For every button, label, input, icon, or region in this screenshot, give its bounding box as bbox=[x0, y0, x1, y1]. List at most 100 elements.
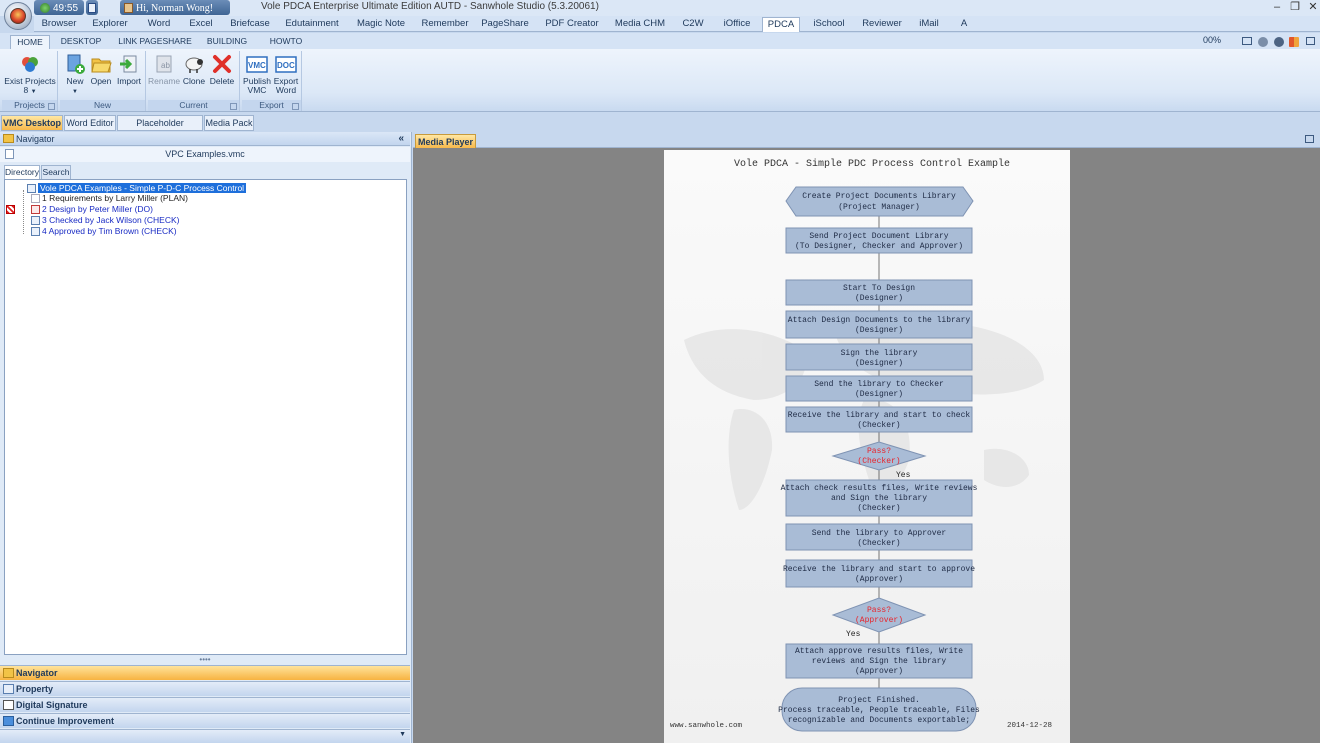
module-tab-browser[interactable]: Browser bbox=[34, 17, 84, 32]
decision-text: Pass? bbox=[867, 606, 891, 615]
document-tab-row: VMC Desktop Word Editor Placeholder Desi… bbox=[0, 114, 1320, 143]
rename-button[interactable]: ab Rename bbox=[148, 53, 180, 86]
export-word-button[interactable]: DOC Export Word bbox=[272, 53, 300, 95]
accordion-digital-signature[interactable]: Digital Signature bbox=[0, 697, 410, 712]
export-launcher-icon[interactable] bbox=[292, 103, 299, 110]
tree-item-label: Vole PDCA Examples - Simple P-D-C Proces… bbox=[38, 183, 247, 193]
delete-button[interactable]: Delete bbox=[208, 53, 236, 86]
module-tab-c2w[interactable]: C2W bbox=[674, 17, 712, 32]
restore-window-icon[interactable] bbox=[1305, 135, 1314, 143]
step-10: Receive the library and start to approve… bbox=[783, 559, 975, 588]
tree-item-requirements[interactable]: 1 Requirements by Larry Miller (PLAN) bbox=[31, 193, 188, 203]
panel-splitter[interactable]: •••• bbox=[0, 656, 410, 664]
tree-item-approved[interactable]: 4 Approved by Tim Brown (CHECK) bbox=[31, 226, 177, 236]
tree-item-root[interactable]: Vole PDCA Examples - Simple P-D-C Proces… bbox=[27, 183, 247, 193]
module-tab-reviewer[interactable]: Reviewer bbox=[856, 17, 908, 32]
doc-tab-media-pack[interactable]: Media Pack bbox=[204, 115, 254, 131]
module-tab-pdf-creator[interactable]: PDF Creator bbox=[538, 17, 606, 32]
tree-item-design[interactable]: 2 Design by Peter Miller (DO) bbox=[31, 204, 153, 214]
accordion-label: Continue Improvement bbox=[16, 716, 115, 726]
module-tab-edutainment[interactable]: Edutainment bbox=[280, 17, 344, 32]
tree-item-checked[interactable]: 3 Checked by Jack Wilson (CHECK) bbox=[31, 215, 179, 225]
publish-label-line2: VMC bbox=[247, 85, 267, 95]
forward-icon[interactable] bbox=[1274, 37, 1284, 47]
rename-icon: ab bbox=[156, 55, 172, 73]
module-tab-ioffice[interactable]: iOffice bbox=[712, 17, 762, 32]
exist-projects-button[interactable]: Exist Projects 8 ▼ bbox=[4, 53, 56, 97]
subtab-directory[interactable]: Directory bbox=[4, 165, 40, 179]
error-marker-icon bbox=[6, 205, 15, 214]
ribbon-tab-desktop[interactable]: DESKTOP bbox=[58, 35, 104, 49]
ribbon-tab-building[interactable]: BUILDING bbox=[204, 35, 250, 49]
step-text: Send the library to Checker bbox=[814, 380, 944, 389]
accordion-property[interactable]: Property bbox=[0, 681, 410, 696]
import-label: Import bbox=[116, 76, 142, 86]
ribbon-tab-row: HOME DESKTOP LINK PAGESHARE BUILDING HOW… bbox=[0, 33, 1320, 49]
group-label-current: Current bbox=[148, 100, 239, 111]
module-tab-briefcase[interactable]: Briefcase bbox=[220, 17, 280, 32]
step-text: (Designer) bbox=[855, 359, 903, 368]
accordion-label: Property bbox=[16, 684, 54, 694]
step-text: recognizable and Documents exportable; bbox=[788, 716, 970, 725]
new-label: New bbox=[66, 76, 84, 86]
module-tab-pdca[interactable]: PDCA bbox=[762, 17, 800, 32]
layout-icon[interactable] bbox=[1242, 37, 1252, 45]
improvement-icon bbox=[3, 716, 14, 726]
rename-label: Rename bbox=[148, 76, 181, 86]
collapse-navigator-button[interactable]: « bbox=[398, 132, 404, 146]
ribbon-tab-link-pageshare[interactable]: LINK PAGESHARE bbox=[118, 35, 192, 49]
module-tab-explorer[interactable]: Explorer bbox=[84, 17, 136, 32]
minimize-button[interactable]: – bbox=[1268, 0, 1286, 14]
new-button[interactable]: New ▼ bbox=[62, 53, 88, 97]
ribbon-tab-home[interactable]: HOME bbox=[10, 35, 50, 49]
close-button[interactable]: ✕ bbox=[1304, 0, 1320, 14]
file-name-row: VPC Examples.vmc bbox=[0, 147, 410, 162]
accordion-navigator[interactable]: Navigator bbox=[0, 665, 410, 680]
office-icon[interactable] bbox=[1289, 37, 1299, 47]
module-tab-remember[interactable]: Remember bbox=[418, 17, 472, 32]
module-tab-excel[interactable]: Excel bbox=[182, 17, 220, 32]
clone-button[interactable]: Clone bbox=[181, 53, 207, 86]
import-button[interactable]: Import bbox=[114, 53, 144, 86]
module-tab-word[interactable]: Word bbox=[136, 17, 182, 32]
doc-tab-vmc-desktop[interactable]: VMC Desktop bbox=[1, 115, 63, 131]
media-player-panel: Media Player Vole PDCA - Simple PDC Proc… bbox=[413, 132, 1320, 743]
blank-page-icon bbox=[31, 193, 40, 203]
app-orb-button[interactable] bbox=[4, 2, 32, 30]
module-tab-pageshare[interactable]: PageShare bbox=[472, 17, 538, 32]
ribbon-tab-howto[interactable]: HOWTO bbox=[264, 35, 308, 49]
module-tab-imail[interactable]: iMail bbox=[912, 17, 946, 32]
decision-approver: Pass? (Approver) bbox=[831, 597, 927, 633]
projects-launcher-icon[interactable] bbox=[48, 103, 55, 110]
subtab-search[interactable]: Search bbox=[41, 165, 71, 179]
restore-button[interactable]: ❐ bbox=[1286, 0, 1304, 14]
accordion-overflow-bar[interactable]: ▼ bbox=[0, 729, 410, 743]
module-tab-media-chm[interactable]: Media CHM bbox=[606, 17, 674, 32]
module-tab-magic-note[interactable]: Magic Note bbox=[344, 17, 418, 32]
doc-tab-placeholder-designer[interactable]: Placeholder Designer bbox=[117, 115, 203, 143]
current-launcher-icon[interactable] bbox=[230, 103, 237, 110]
step-text: (Approver) bbox=[855, 667, 903, 676]
open-button[interactable]: Open bbox=[88, 53, 114, 86]
media-player-tab[interactable]: Media Player bbox=[415, 134, 476, 148]
module-tab-a[interactable]: A bbox=[954, 17, 974, 32]
group-label-new: New bbox=[60, 100, 145, 111]
window-layout-icon[interactable] bbox=[1306, 37, 1315, 45]
module-tab-ischool[interactable]: iSchool bbox=[806, 17, 852, 32]
doc-tab-word-editor[interactable]: Word Editor bbox=[64, 115, 116, 131]
delete-icon bbox=[213, 55, 231, 73]
projects-icon bbox=[22, 57, 38, 72]
document-icon bbox=[27, 183, 36, 193]
back-icon[interactable] bbox=[1258, 37, 1268, 47]
clock-text: 49:55 bbox=[53, 2, 79, 14]
tree-item-label: 4 Approved by Tim Brown (CHECK) bbox=[42, 226, 177, 236]
tree-item-label: 1 Requirements by Larry Miller (PLAN) bbox=[42, 193, 188, 203]
step-1: Create Project Documents Library (Projec… bbox=[785, 186, 974, 217]
step-8: Attach check results files, Write review… bbox=[781, 479, 978, 517]
footer-date: 2014-12-28 bbox=[1007, 722, 1052, 730]
publish-vmc-button[interactable]: VMC Publish VMC bbox=[242, 53, 272, 95]
accordion-continue-improvement[interactable]: Continue Improvement bbox=[0, 713, 410, 728]
user-avatar-icon bbox=[124, 3, 133, 13]
svg-text:VMC: VMC bbox=[248, 61, 266, 70]
pin-icon[interactable] bbox=[5, 149, 14, 159]
